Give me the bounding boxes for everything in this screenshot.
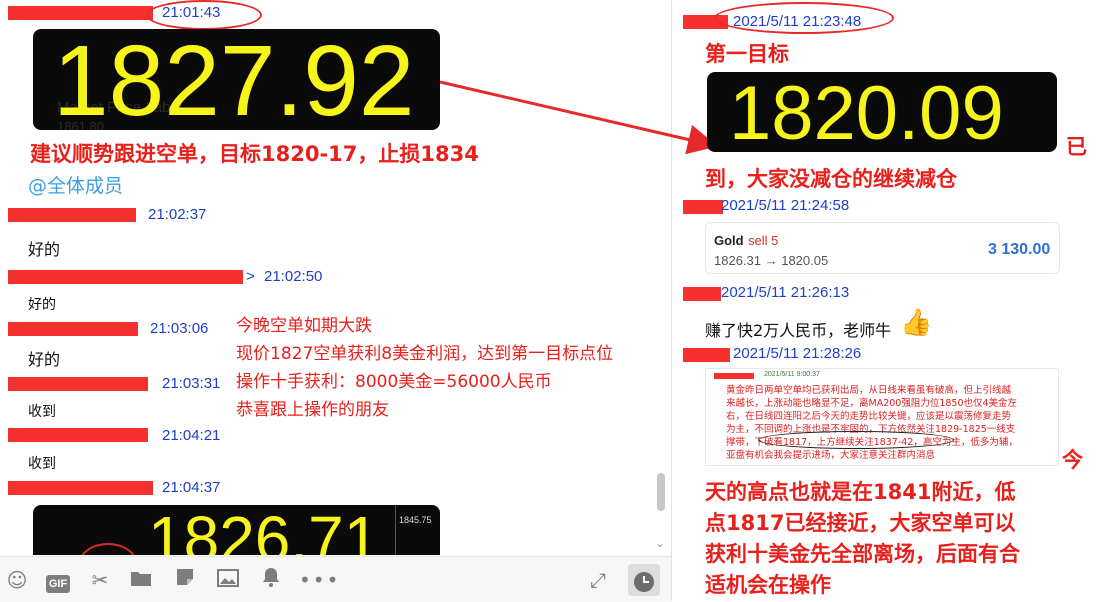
- analysis-date: 2021/5/11 9:00:37: [764, 371, 820, 378]
- price-value: 1820.09: [729, 72, 1004, 152]
- analysis-screenshot[interactable]: 2021/5/11 9:00:37 黄金昨日两单空单均已获利出局，从日线来看虽有…: [705, 368, 1059, 466]
- trade-symbol: Gold: [714, 233, 744, 248]
- redacted-sender: [683, 348, 730, 362]
- highlight-ellipse: [758, 431, 954, 449]
- message-timestamp: 2021/5/11 21:24:58: [721, 197, 850, 214]
- closing-text-line: 天的高点也就是在1841附近，低: [705, 480, 1016, 504]
- trade-profit: 3 130.00: [988, 241, 1051, 258]
- redacted-sender: [714, 373, 754, 379]
- analysis-line: 来越长，上涨动能也略显不足，离MA200强阻力位1850也仅4美金左: [726, 398, 1018, 409]
- thumbs-up-icon: 👍: [900, 308, 933, 338]
- redacted-sender: [683, 287, 721, 301]
- trade-card[interactable]: Gold sell 5 1826.31 → 1820.05 3 130.00: [705, 222, 1060, 274]
- redacted-sender: [683, 200, 723, 214]
- price-suffix: 已: [1066, 135, 1087, 159]
- message-timestamp: 2021/5/11 21:26:13: [721, 284, 850, 301]
- closing-text-line: 获利十美金先全部离场，后面有合: [705, 542, 1020, 566]
- analysis-line: 右，在日线四连阳之后今天的走势比较关键，应该是以震荡修复走势: [726, 411, 1012, 422]
- trade-route: 1826.31 → 1820.05: [714, 253, 829, 268]
- price-screenshot-image[interactable]: 1820.09: [707, 72, 1057, 152]
- closing-text-line: 适机会在操作: [705, 573, 831, 597]
- highlight-ellipse: [714, 2, 894, 34]
- today-prefix: 今: [1062, 448, 1083, 472]
- analysis-line: 黄金昨日两单空单均已获利出局，从日线来看虽有破高，但上引线越: [726, 385, 1012, 396]
- first-target-label: 第一目标: [705, 42, 789, 66]
- trade-side: sell 5: [748, 233, 779, 248]
- closing-text-line: 点1817已经接近，大家空单可以: [705, 511, 1016, 535]
- reached-target-text: 到，大家没减仓的继续减仓: [705, 167, 957, 191]
- analysis-line: 亚盘有机会我会提示进场，大家注意关注群内消息: [726, 450, 936, 461]
- message-text: 赚了快2万人民币，老师牛: [705, 321, 892, 340]
- message-timestamp: 2021/5/11 21:28:26: [733, 345, 862, 362]
